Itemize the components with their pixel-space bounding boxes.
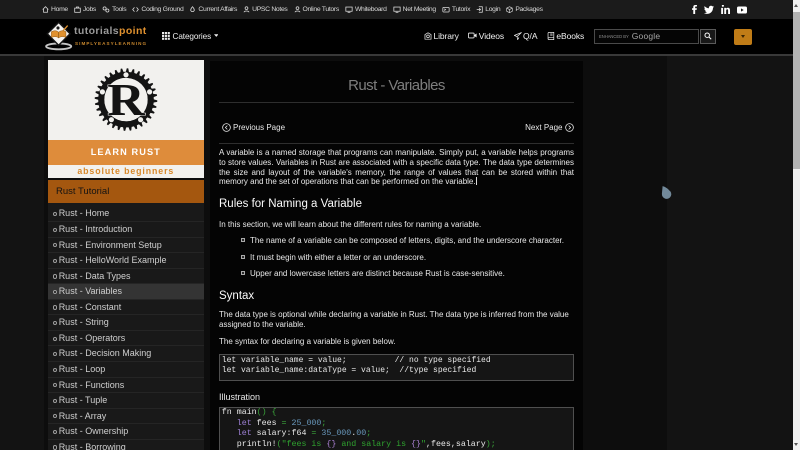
svg-text:R: R xyxy=(107,74,145,126)
